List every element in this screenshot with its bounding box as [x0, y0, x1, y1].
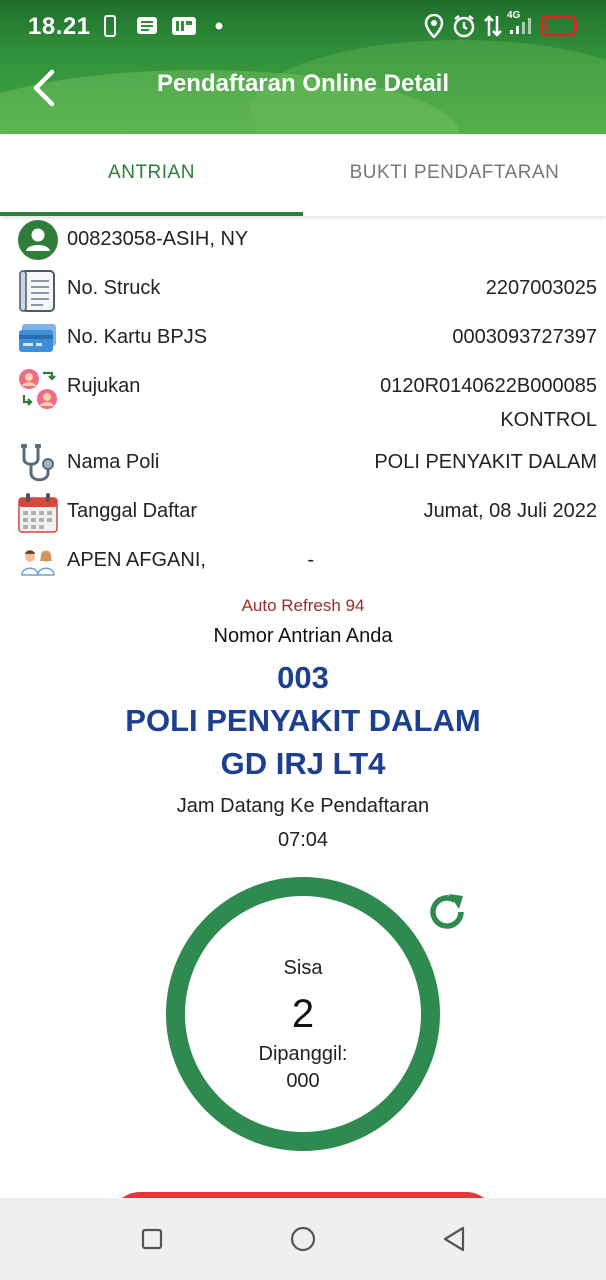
- tanggal-label: Tanggal Daftar: [67, 500, 198, 522]
- tanggal-value: Jumat, 08 Juli 2022: [423, 500, 597, 522]
- arrival-time-label: Jam Datang Ke Pendaftaran: [176, 795, 430, 817]
- arrival-time-value: 07:04: [277, 829, 329, 851]
- queue-location: GD IRJ LT4: [220, 746, 386, 781]
- poli-label: Nama Poli: [67, 451, 160, 473]
- patient-row: 00823058-ASIH, NY: [0, 220, 606, 260]
- rujukan-note: KONTROL: [500, 409, 597, 431]
- rujukan-value: 0120R0140622B000085: [380, 375, 597, 397]
- detail-row-rujukan: Rujukan 0120R0140622B000085 KONTROL: [0, 367, 606, 431]
- message-icon: [136, 14, 158, 38]
- auto-refresh-countdown: Auto Refresh 94: [241, 596, 365, 615]
- status-time: 18.21: [28, 13, 91, 40]
- triangle-back-icon: [443, 1226, 465, 1252]
- network-type-label: 4G: [507, 10, 521, 21]
- rujukan-label: Rujukan: [67, 375, 141, 397]
- status-bar: 18.21 4G: [0, 0, 606, 54]
- home-button[interactable]: [281, 1218, 325, 1260]
- back-nav-button[interactable]: [432, 1218, 476, 1260]
- dokter-value: -: [307, 549, 314, 571]
- signal-icon: 4G: [506, 10, 536, 34]
- system-nav-bar: [0, 1198, 606, 1280]
- page-title: Pendaftaran Online Detail: [156, 70, 450, 97]
- app-header: 18.21 4G Pendaftaran Online Detail: [0, 0, 606, 134]
- dokter-label: APEN AFGANI,: [67, 549, 206, 571]
- tab-bukti-pendaftaran[interactable]: BUKTI PENDAFTARAN: [303, 134, 606, 216]
- dipanggil-value: 000: [286, 1070, 320, 1092]
- poli-value: POLI PENYAKIT DALAM: [374, 451, 597, 473]
- location-icon: [424, 14, 444, 38]
- doctors-icon: [18, 541, 58, 581]
- struck-value: 2207003025: [485, 277, 597, 299]
- struck-label: No. Struck: [67, 277, 161, 299]
- tab-active-indicator: [0, 212, 303, 216]
- circle-icon: [290, 1226, 316, 1252]
- phone-icon: [104, 14, 116, 38]
- dot-icon: [214, 14, 224, 38]
- bpjs-value: 0003093727397: [452, 326, 597, 348]
- detail-row-dokter: APEN AFGANI, -: [0, 541, 606, 581]
- tab-bar: ANTRIAN BUKTI PENDAFTARAN: [0, 134, 606, 216]
- sisa-value: 2: [291, 992, 315, 1036]
- data-transfer-icon: [484, 14, 502, 38]
- dipanggil-label: Dipanggil:: [258, 1043, 348, 1065]
- app-notification-icon: [171, 14, 197, 38]
- bpjs-label: No. Kartu BPJS: [67, 326, 208, 348]
- card-icon: [18, 318, 58, 358]
- queue-number-label: Nomor Antrian Anda: [213, 625, 393, 647]
- detail-row-bpjs: No. Kartu BPJS 0003093727397: [0, 318, 606, 358]
- sisa-label: Sisa: [283, 957, 323, 979]
- battery-low-icon: [540, 14, 580, 38]
- detail-row-poli: Nama Poli POLI PENYAKIT DALAM: [0, 443, 606, 483]
- user-icon: [18, 220, 58, 260]
- stethoscope-icon: [18, 443, 58, 483]
- tab-antrian[interactable]: ANTRIAN: [0, 134, 303, 216]
- refresh-button[interactable]: [425, 890, 469, 934]
- queue-poli: POLI PENYAKIT DALAM: [125, 703, 481, 738]
- recent-apps-button[interactable]: [130, 1218, 174, 1260]
- patient-id-name: 00823058-ASIH, NY: [67, 228, 249, 250]
- refresh-icon: [430, 894, 464, 929]
- square-icon: [141, 1228, 163, 1250]
- referral-icon: [18, 367, 58, 409]
- detail-row-tanggal: Tanggal Daftar Jumat, 08 Juli 2022: [0, 492, 606, 533]
- alarm-icon: [452, 14, 476, 38]
- detail-row-struck: No. Struck 2207003025: [0, 269, 606, 312]
- receipt-icon: [18, 269, 58, 312]
- calendar-icon: [18, 492, 58, 533]
- queue-number: 003: [277, 660, 329, 695]
